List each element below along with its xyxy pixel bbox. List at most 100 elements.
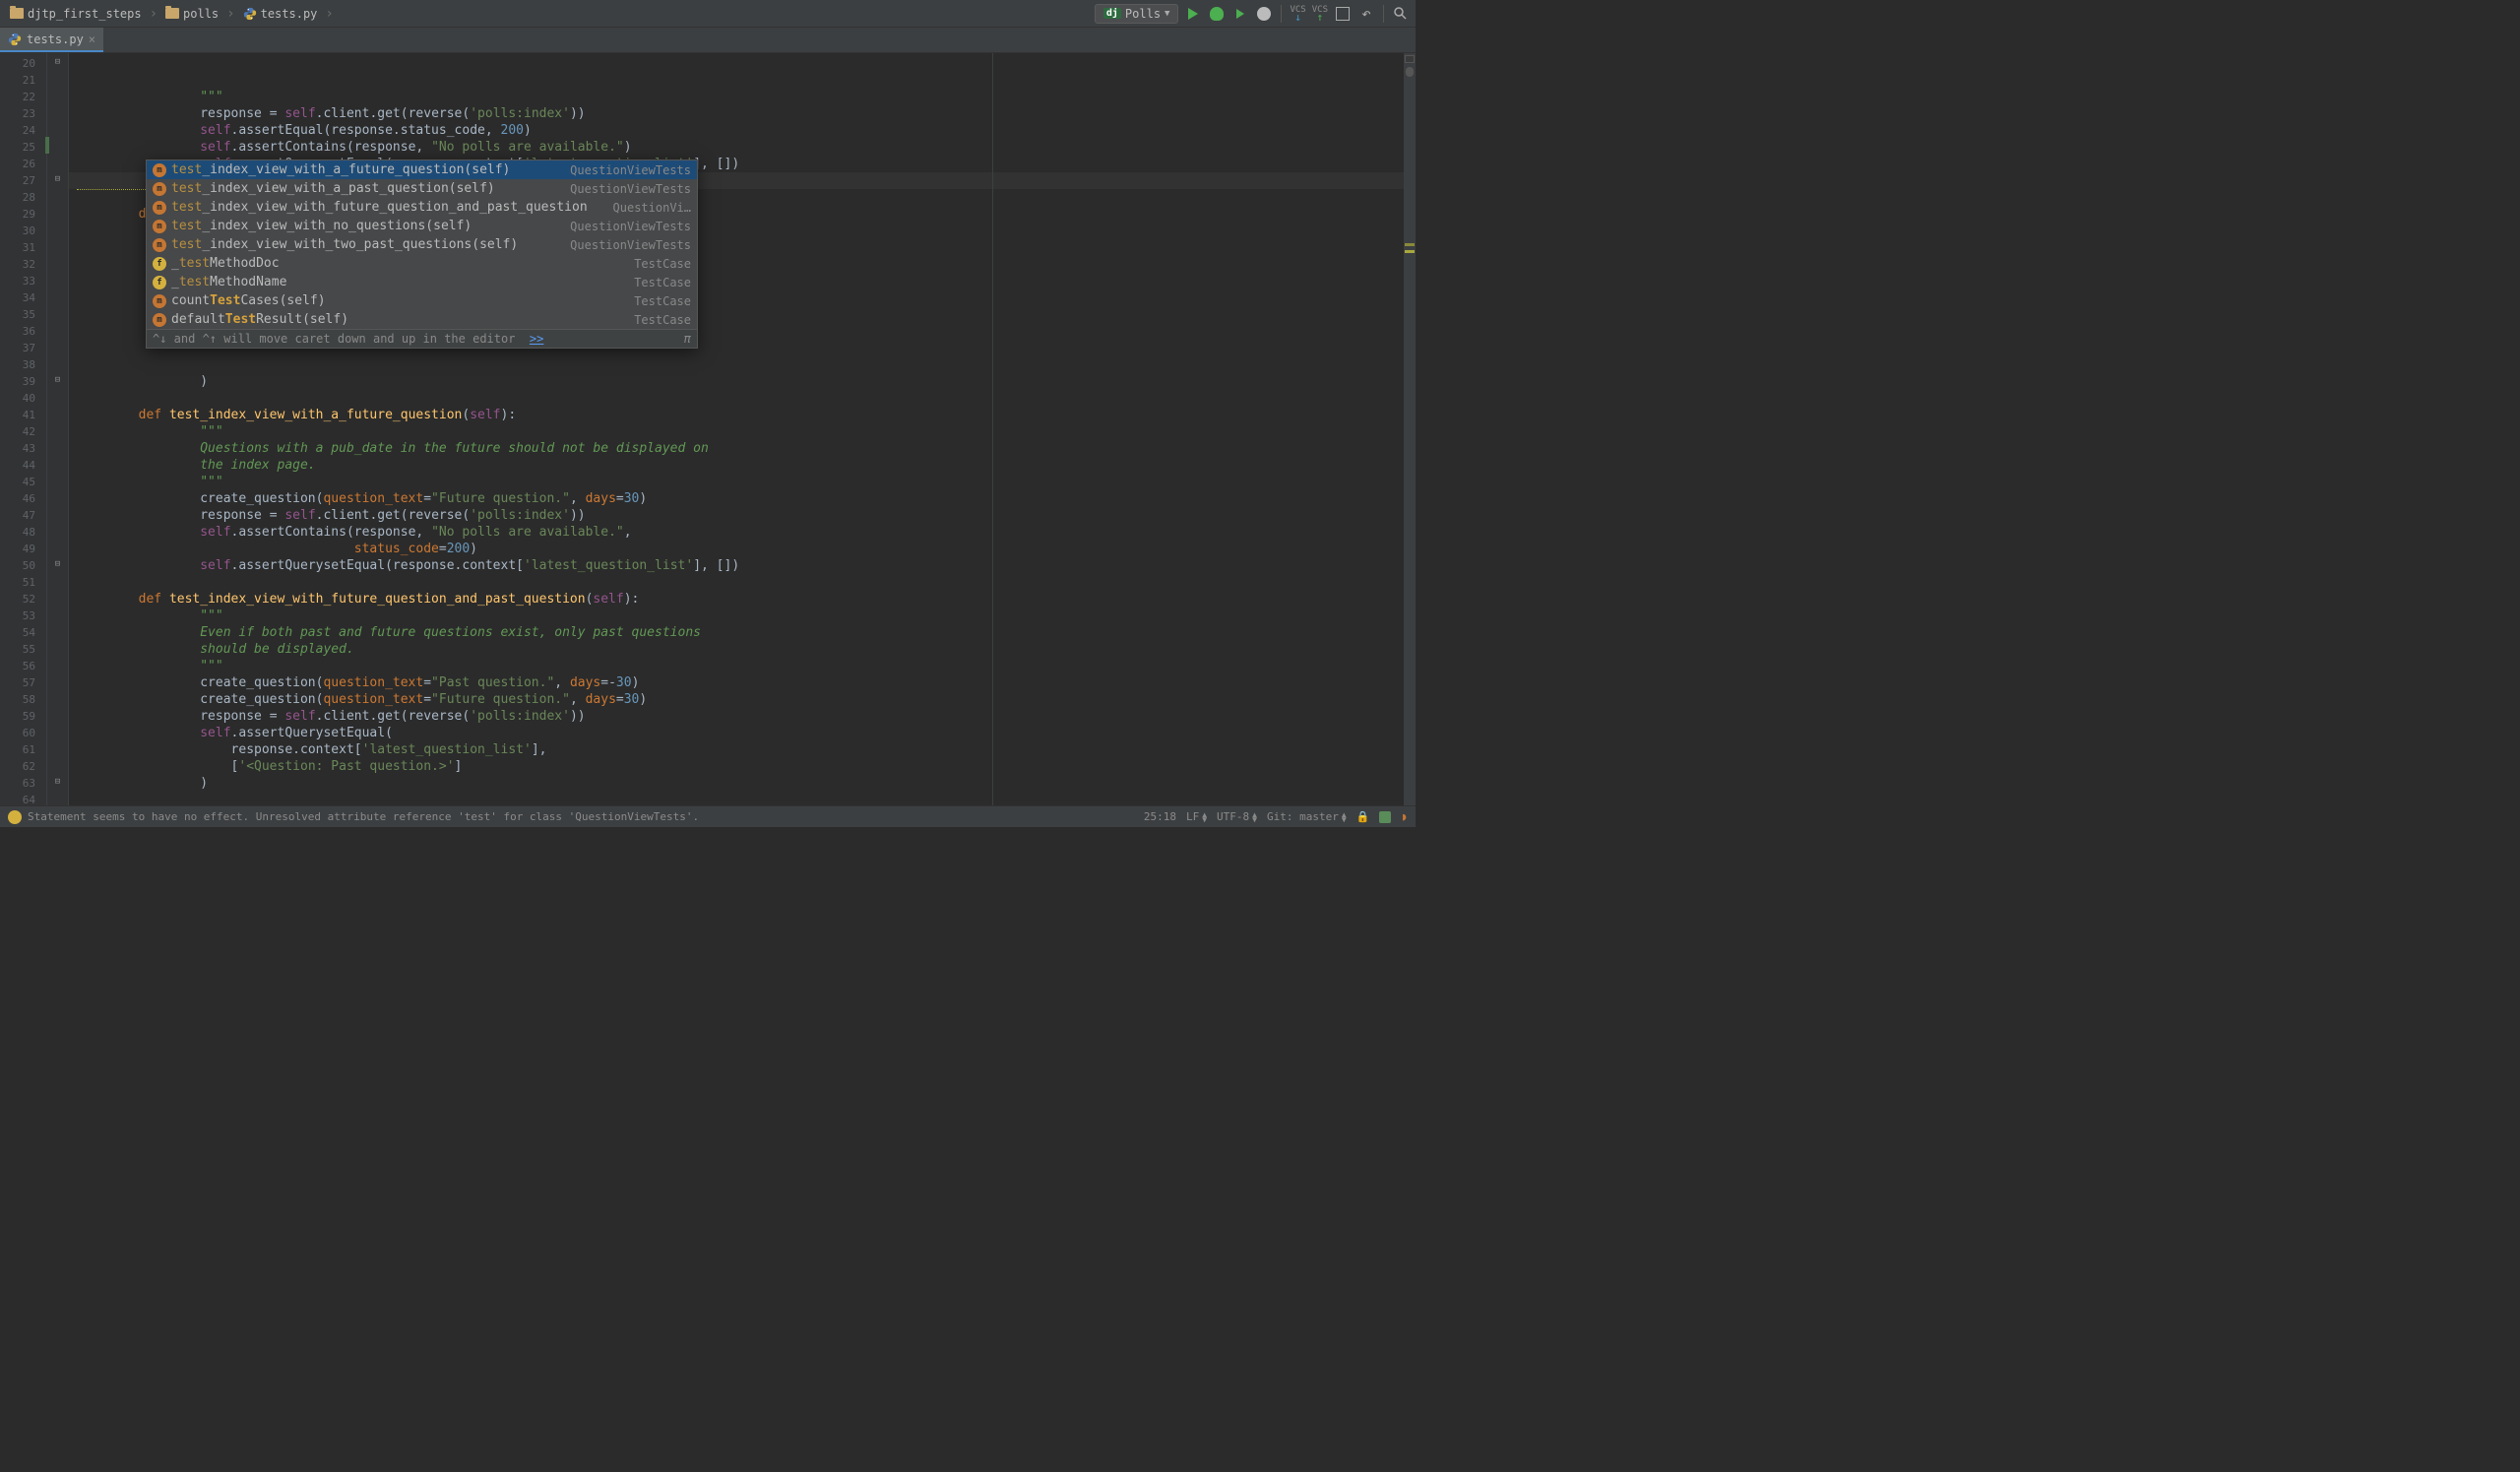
line-separator[interactable]: LF ▲▼: [1186, 810, 1207, 823]
gutter-line-number[interactable]: 52: [0, 591, 46, 608]
fold-gutter-line[interactable]: [47, 589, 68, 606]
completion-popup[interactable]: mtest_index_view_with_a_future_question(…: [146, 160, 698, 349]
gutter-line-number[interactable]: 35: [0, 306, 46, 323]
code-line[interactable]: self.assertQuerysetEqual(: [69, 725, 1416, 741]
completion-item[interactable]: mtest_index_view_with_a_past_question(se…: [147, 179, 697, 198]
gutter-line-number[interactable]: 26: [0, 156, 46, 172]
code-line[interactable]: def test_index_view_with_future_question…: [69, 591, 1416, 608]
warning-marker[interactable]: [1405, 250, 1415, 253]
breadcrumb-item-project[interactable]: djtp_first_steps: [6, 5, 146, 23]
run-config-dropdown[interactable]: dj Polls ▼: [1095, 4, 1179, 24]
code-line[interactable]: create_question(question_text="Past ques…: [69, 674, 1416, 691]
notifications-icon[interactable]: ◗: [1401, 810, 1408, 823]
breadcrumb-item-folder[interactable]: polls: [161, 5, 222, 23]
fold-gutter-line[interactable]: [47, 254, 68, 271]
gutter-line-number[interactable]: 48: [0, 524, 46, 541]
code-line[interactable]: self.assertContains(response, "No polls …: [69, 524, 1416, 541]
code-line[interactable]: [69, 574, 1416, 591]
code-line[interactable]: response.context['latest_question_list']…: [69, 741, 1416, 758]
fold-gutter-line[interactable]: [47, 137, 68, 154]
code-line[interactable]: Even if both past and future questions e…: [69, 624, 1416, 641]
fold-gutter-line[interactable]: [47, 120, 68, 137]
gutter-line-number[interactable]: 41: [0, 407, 46, 423]
gutter-line-number[interactable]: 33: [0, 273, 46, 289]
vcs-update-button[interactable]: VCS ↓: [1290, 6, 1305, 22]
changes-button[interactable]: [1334, 5, 1352, 23]
fold-marker-icon[interactable]: ⊟: [53, 174, 62, 183]
gutter-line-number[interactable]: 37: [0, 340, 46, 356]
fold-gutter-line[interactable]: [47, 656, 68, 672]
inspector-icon[interactable]: [1379, 811, 1391, 823]
run-button[interactable]: [1184, 5, 1202, 23]
gutter-line-number[interactable]: 28: [0, 189, 46, 206]
fold-gutter-line[interactable]: [47, 321, 68, 338]
lock-icon[interactable]: 🔒: [1356, 810, 1370, 823]
fold-gutter-line[interactable]: [47, 187, 68, 204]
close-icon[interactable]: ×: [89, 32, 95, 46]
fold-gutter-line[interactable]: [47, 739, 68, 756]
gutter-line-number[interactable]: 25: [0, 139, 46, 156]
gutter-line-number[interactable]: 40: [0, 390, 46, 407]
gutter-line-number[interactable]: 45: [0, 474, 46, 490]
gutter-line-number[interactable]: 36: [0, 323, 46, 340]
completion-item[interactable]: mdefaultTestResult(self)TestCase: [147, 310, 697, 329]
fold-gutter-line[interactable]: [47, 756, 68, 773]
gutter-line-number[interactable]: 30: [0, 223, 46, 239]
code-line[interactable]: """: [69, 423, 1416, 440]
fold-gutter[interactable]: ⊟⊟⊟⊟⊟: [47, 53, 69, 805]
code-line[interactable]: [69, 356, 1416, 373]
gutter-line-number[interactable]: 49: [0, 541, 46, 557]
cursor-position[interactable]: 25:18: [1144, 810, 1176, 823]
gutter-line-number[interactable]: 24: [0, 122, 46, 139]
fold-gutter-line[interactable]: [47, 488, 68, 505]
code-line[interactable]: """: [69, 608, 1416, 624]
tab-tests-py[interactable]: tests.py ×: [0, 28, 103, 52]
code-line[interactable]: create_question(question_text="Future qu…: [69, 490, 1416, 507]
completion-item[interactable]: mcountTestCases(self)TestCase: [147, 291, 697, 310]
gutter-line-number[interactable]: 29: [0, 206, 46, 223]
fold-gutter-line[interactable]: [47, 790, 68, 806]
gutter-line-number[interactable]: 21: [0, 72, 46, 89]
gutter-line-number[interactable]: 20: [0, 55, 46, 72]
fold-gutter-line[interactable]: [47, 438, 68, 455]
completion-item[interactable]: mtest_index_view_with_future_question_an…: [147, 198, 697, 217]
scrollbar-track[interactable]: [1404, 53, 1416, 805]
gutter[interactable]: 2021222324252627282930313233343536373839…: [0, 53, 47, 805]
gutter-line-number[interactable]: 27: [0, 172, 46, 189]
code-line[interactable]: """: [69, 658, 1416, 674]
search-button[interactable]: [1392, 5, 1410, 23]
gutter-line-number[interactable]: 44: [0, 457, 46, 474]
completion-item[interactable]: mtest_index_view_with_a_future_question(…: [147, 160, 697, 179]
vcs-branch[interactable]: Git: master ▲▼: [1267, 810, 1347, 823]
gutter-line-number[interactable]: 46: [0, 490, 46, 507]
completion-item[interactable]: mtest_index_view_with_no_questions(self)…: [147, 217, 697, 235]
gutter-line-number[interactable]: 55: [0, 641, 46, 658]
code-line[interactable]: def test_index_view_with_a_future_questi…: [69, 407, 1416, 423]
fold-gutter-line[interactable]: [47, 639, 68, 656]
gutter-line-number[interactable]: 39: [0, 373, 46, 390]
fold-gutter-line[interactable]: [47, 723, 68, 739]
fold-gutter-line[interactable]: [47, 405, 68, 421]
fold-gutter-line[interactable]: [47, 706, 68, 723]
gutter-line-number[interactable]: 59: [0, 708, 46, 725]
warning-marker[interactable]: [1405, 243, 1415, 246]
fold-gutter-line[interactable]: [47, 606, 68, 622]
code-line[interactable]: self.assertQuerysetEqual(response.contex…: [69, 557, 1416, 574]
fold-gutter-line[interactable]: [47, 472, 68, 488]
code-line[interactable]: response = self.client.get(reverse('poll…: [69, 507, 1416, 524]
fold-gutter-line[interactable]: ⊟: [47, 53, 68, 70]
fold-gutter-line[interactable]: [47, 103, 68, 120]
fold-gutter-line[interactable]: [47, 622, 68, 639]
fold-gutter-line[interactable]: [47, 388, 68, 405]
code-line[interactable]: """: [69, 89, 1416, 105]
code-line[interactable]: """: [69, 474, 1416, 490]
gutter-line-number[interactable]: 57: [0, 674, 46, 691]
vcs-commit-button[interactable]: VCS ↑: [1312, 6, 1328, 22]
fold-gutter-line[interactable]: [47, 221, 68, 237]
fold-gutter-line[interactable]: ⊟: [47, 170, 68, 187]
gutter-line-number[interactable]: 54: [0, 624, 46, 641]
fold-gutter-line[interactable]: [47, 421, 68, 438]
fold-marker-icon[interactable]: ⊟: [53, 375, 62, 384]
fold-gutter-line[interactable]: [47, 354, 68, 371]
gutter-line-number[interactable]: 42: [0, 423, 46, 440]
